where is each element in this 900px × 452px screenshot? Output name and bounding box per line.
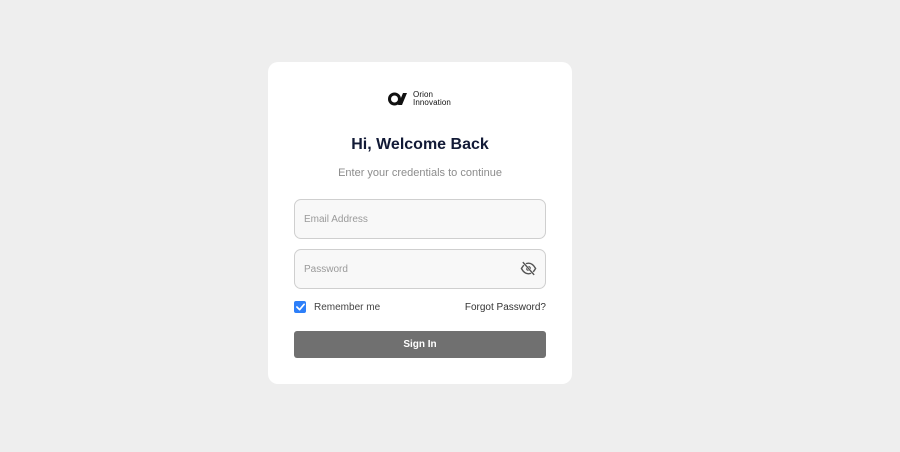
sign-in-button[interactable]: Sign In xyxy=(294,331,546,358)
page-subtitle: Enter your credentials to continue xyxy=(338,167,502,179)
login-card: Orion Innovation Hi, Welcome Back Enter … xyxy=(268,62,572,384)
brand-line-2: Innovation xyxy=(413,98,451,107)
orion-logo-mark-icon xyxy=(388,92,407,106)
checkbox-checked-icon[interactable] xyxy=(294,301,306,313)
page-title: Hi, Welcome Back xyxy=(351,136,489,153)
eye-off-icon[interactable] xyxy=(520,261,537,276)
email-input[interactable] xyxy=(294,199,546,239)
checkmark-icon xyxy=(295,303,305,311)
brand-name: Orion Innovation xyxy=(413,91,451,107)
forgot-password-link[interactable]: Forgot Password? xyxy=(465,302,546,313)
brand-logo: Orion Innovation xyxy=(388,90,451,108)
remember-me-checkbox[interactable]: Remember me xyxy=(294,301,380,313)
password-input[interactable] xyxy=(294,249,546,289)
remember-me-label: Remember me xyxy=(314,301,381,313)
